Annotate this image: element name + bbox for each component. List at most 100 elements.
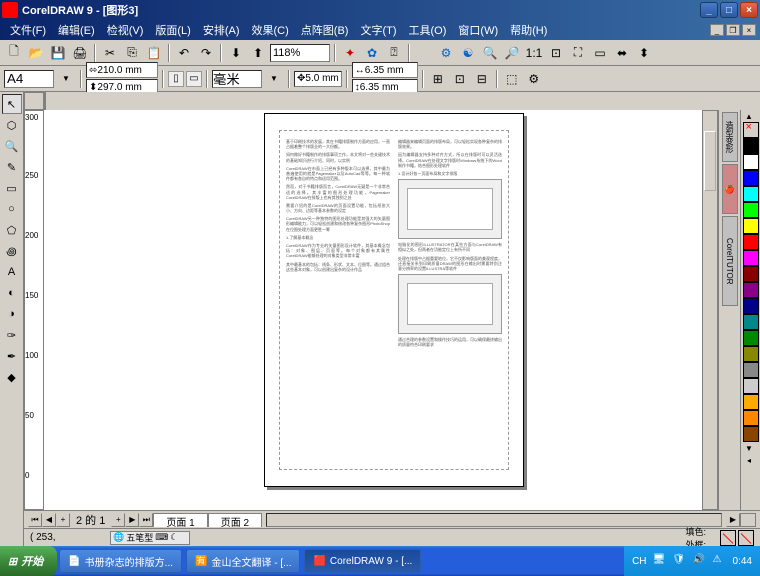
swatch[interactable] [743, 138, 759, 154]
swatch[interactable] [743, 154, 759, 170]
freehand-tool[interactable]: ✎ [2, 157, 22, 177]
page-tab-2[interactable]: 页面 2 [208, 513, 262, 527]
swatch[interactable] [743, 362, 759, 378]
add-page-before-button[interactable]: + [56, 513, 70, 527]
vertical-scrollbar[interactable] [702, 110, 718, 510]
docker-tab-3[interactable]: CorelTUTOR [722, 216, 738, 306]
zoom-height-icon[interactable]: ⬍ [634, 43, 654, 63]
page-height[interactable]: 297.0 mm [97, 82, 141, 93]
print-icon[interactable]: 🖨 [70, 43, 90, 63]
menu-window[interactable]: 窗口(W) [452, 22, 504, 38]
next-page-button[interactable]: ▶ [125, 513, 139, 527]
corel-online-icon[interactable]: ✿ [362, 43, 382, 63]
nudge-field[interactable]: ✥ 5.0 mm [294, 71, 342, 87]
drawing-canvas[interactable]: 基于印刷技术的发展，其在书籍排版制作方面的应用，一直占据着整个排版业的一大份额。… [44, 110, 702, 510]
zoom-width-icon[interactable]: ⬌ [612, 43, 632, 63]
page-tab-1[interactable]: 页面 1 [153, 513, 207, 527]
open-icon[interactable]: 📂 [26, 43, 46, 63]
zoom-combo[interactable] [270, 44, 330, 62]
task-button-1[interactable]: 📄 书册杂志的排版方... [59, 549, 182, 573]
ruler-vertical[interactable]: 300 250 200 150 100 50 0 [24, 110, 44, 510]
zoom-fit-icon[interactable]: ⛶ [568, 43, 588, 63]
portrait-icon[interactable]: ▯ [168, 71, 184, 87]
swatch[interactable] [743, 346, 759, 362]
swatch[interactable] [743, 266, 759, 282]
menu-tools[interactable]: 工具(O) [403, 22, 453, 38]
task-button-2[interactable]: 🈶 金山全文翻译 - [... [186, 549, 300, 573]
options-icon[interactable]: ⚙ [524, 69, 544, 89]
ruler-origin[interactable] [24, 92, 44, 110]
mdi-restore[interactable]: ❐ [726, 24, 740, 36]
swatch[interactable] [743, 282, 759, 298]
ime-keyboard-icon[interactable]: ⌨ [155, 532, 168, 543]
swatch[interactable] [743, 218, 759, 234]
mdi-minimize[interactable]: _ [710, 24, 724, 36]
last-page-button[interactable]: ⏭ [139, 513, 153, 527]
ellipse-tool[interactable]: ○ [2, 199, 22, 219]
docker-tab-2[interactable]: 🍎 [722, 164, 738, 214]
swatch[interactable] [743, 330, 759, 346]
paper-dropdown-icon[interactable]: ▼ [56, 69, 76, 89]
horizontal-scrollbar[interactable] [266, 513, 722, 527]
swatch[interactable] [743, 314, 759, 330]
tray-icon-2[interactable]: 🛡 [673, 554, 687, 568]
fill-indicator[interactable] [720, 530, 736, 546]
menu-effects[interactable]: 效果(C) [246, 22, 295, 38]
swatch[interactable] [743, 298, 759, 314]
first-page-button[interactable]: ⏮ [28, 513, 42, 527]
zoom-actual-icon[interactable]: 1:1 [524, 43, 544, 63]
swatch[interactable] [743, 170, 759, 186]
hscroll-right[interactable]: ▶ [726, 513, 740, 527]
page-text-frame[interactable]: 基于印刷技术的发展，其在书籍排版制作方面的应用，一直占据着整个排版业的一大份额。… [279, 130, 509, 470]
minimize-button[interactable]: _ [700, 2, 718, 18]
swatch[interactable] [743, 186, 759, 202]
landscape-icon[interactable]: ▭ [186, 71, 202, 87]
tray-icon-1[interactable]: 🖥 [653, 554, 667, 568]
export-icon[interactable]: ⬆ [248, 43, 268, 63]
rectangle-tool[interactable]: ▭ [2, 178, 22, 198]
interactive-transparency-tool[interactable]: ◑ [2, 304, 22, 324]
outline-tool[interactable]: ✒ [2, 346, 22, 366]
text-tool[interactable]: A [2, 262, 22, 282]
eyedropper-tool[interactable]: ✑ [2, 325, 22, 345]
swatch[interactable] [743, 378, 759, 394]
menu-file[interactable]: 文件(F) [4, 22, 52, 38]
swatch-none[interactable]: × [743, 122, 759, 138]
interactive-fill-tool[interactable]: ◐ [2, 283, 22, 303]
page-width[interactable]: 210.0 mm [97, 65, 141, 76]
clock[interactable]: 0:44 [733, 556, 752, 567]
palette-down-icon[interactable]: ▼ [741, 442, 757, 454]
import-icon[interactable]: ⬇ [226, 43, 246, 63]
mdi-close[interactable]: × [742, 24, 756, 36]
outline-indicator[interactable] [738, 530, 754, 546]
swatch[interactable] [743, 394, 759, 410]
zoom-tool[interactable]: 🔍 [2, 136, 22, 156]
start-button[interactable]: ⊞ 开始 [0, 546, 57, 576]
cut-icon[interactable]: ✂ [100, 43, 120, 63]
prev-page-button[interactable]: ◀ [42, 513, 56, 527]
copy-icon[interactable]: ⎘ [122, 43, 142, 63]
palette-flyout-icon[interactable]: ◂ [741, 454, 757, 466]
zoom-selection-icon[interactable]: ⊡ [546, 43, 566, 63]
lang-indicator[interactable]: CH [632, 556, 646, 567]
swatch[interactable] [743, 250, 759, 266]
menu-arrange[interactable]: 安排(A) [197, 22, 246, 38]
save-icon[interactable]: 💾 [48, 43, 68, 63]
menu-edit[interactable]: 编辑(E) [52, 22, 101, 38]
swatch[interactable] [743, 234, 759, 250]
docker-tab-1[interactable]: 造型变形 [722, 112, 738, 162]
units-combo[interactable] [212, 70, 262, 88]
ime-crescent-icon[interactable]: ☾ [170, 532, 178, 543]
paper-combo[interactable] [4, 70, 54, 88]
app-launcher-icon[interactable]: ✦ [340, 43, 360, 63]
fill-tool[interactable]: ◆ [2, 367, 22, 387]
snap-grid-icon[interactable]: ⊞ [428, 69, 448, 89]
swatch[interactable] [743, 410, 759, 426]
treat-as-filled-icon[interactable]: ⬚ [502, 69, 522, 89]
snap-objects-icon[interactable]: ⊟ [472, 69, 492, 89]
document-page[interactable]: 基于印刷技术的发展，其在书籍排版制作方面的应用，一直占据着整个排版业的一大份额。… [264, 113, 524, 487]
shape-tool[interactable]: ⬡ [2, 115, 22, 135]
undo-icon[interactable]: ↶ [174, 43, 194, 63]
zoom-in-icon[interactable]: 🔍 [480, 43, 500, 63]
redo-icon[interactable]: ↷ [196, 43, 216, 63]
